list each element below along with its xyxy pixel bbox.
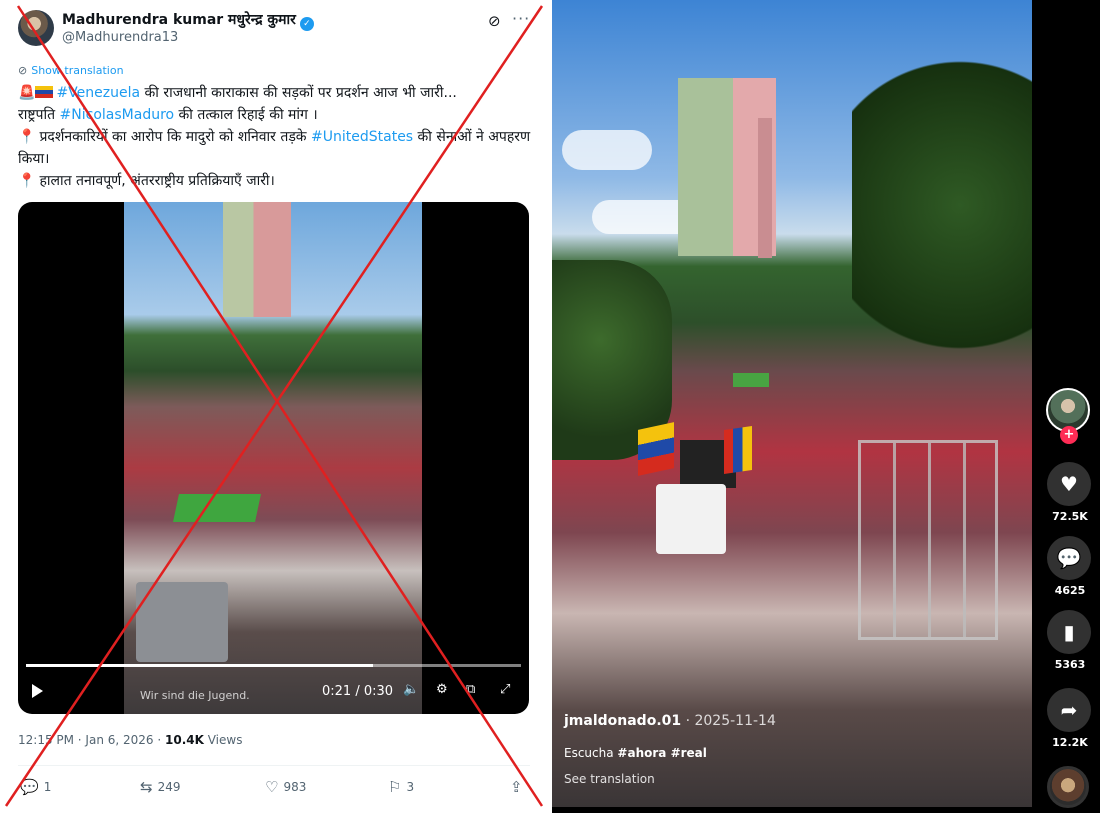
music-disc-icon[interactable] (1047, 766, 1089, 808)
hashtag-unitedstates[interactable]: #UnitedStates (311, 129, 413, 145)
protest-crowd-image: jmaldonado.01 · 2025-11-14 Escucha #ahor… (552, 0, 1032, 807)
author-name-text: Madhurendra kumar मधुरेन्द्र कुमार (62, 12, 296, 28)
video-progress-fill (26, 664, 373, 667)
like-count: 983 (283, 780, 307, 794)
follow-plus-icon[interactable]: + (1060, 426, 1078, 444)
views-count: 10.4K (165, 733, 204, 747)
show-translation-label: Show translation (31, 64, 124, 77)
hashtag-real[interactable]: #real (666, 746, 707, 760)
tweet-line-3-prefix: प्रदर्शनकारियों का आरोप कि मादुरो को शनि… (39, 129, 312, 145)
truck-image (656, 484, 726, 554)
tweet-line-4-text: हालात तनावपूर्ण, अंतरराष्ट्रीय प्रतिक्रि… (39, 173, 275, 189)
translate-icon: ⊘ (18, 64, 28, 77)
grok-icon[interactable]: ⊘ (488, 12, 501, 30)
heart-icon: ♡ (265, 778, 279, 796)
fullscreen-icon[interactable]: ⤢ (500, 682, 510, 697)
caption-text: Escucha (564, 746, 618, 760)
timestamp-text: 12:15 PM · Jan 6, 2026 · (18, 733, 165, 747)
tree-image (852, 40, 1032, 370)
flag-image (724, 426, 752, 474)
repost-icon: ⇆ (140, 778, 153, 796)
hashtag-nicolasmaduro[interactable]: #NicolasMaduro (60, 107, 175, 123)
repost-count: 249 (157, 780, 181, 794)
verified-badge-icon: ✓ (299, 17, 314, 31)
settings-icon[interactable]: ⚙ (436, 682, 448, 697)
author-handle[interactable]: @Madhurendra13 (62, 30, 178, 45)
pip-icon[interactable]: ⧉ (466, 682, 475, 697)
hashtag-venezuela[interactable]: #Venezuela (56, 85, 140, 101)
bookmark-count: 3 (406, 780, 415, 794)
venezuela-flag-image (638, 422, 674, 476)
share-arrow-icon[interactable]: ➦ (1047, 688, 1091, 732)
building-image (223, 202, 291, 317)
video-caption: Escucha #ahora #real (564, 746, 707, 760)
video-caption: Wir sind die Jugend. (140, 689, 250, 702)
author-name[interactable]: Madhurendra kumar मधुरेन्द्र कुमार ✓ (62, 10, 314, 31)
post-date: · 2025-11-14 (681, 713, 776, 729)
venezuela-flag-icon (35, 86, 54, 98)
play-icon[interactable] (32, 684, 43, 698)
author-avatar[interactable] (18, 10, 54, 46)
video-author[interactable]: jmaldonado.01 · 2025-11-14 (564, 713, 776, 729)
like-count: 72.5K (1052, 510, 1088, 523)
views-label: Views (203, 733, 243, 747)
divider (18, 765, 530, 766)
pin-icon: 📍 (18, 173, 36, 189)
comparison-screenshot: Madhurendra kumar मधुरेन्द्र कुमार ✓ @Mad… (0, 0, 1100, 813)
tweet-panel: Madhurendra kumar मधुरेन्द्र कुमार ✓ @Mad… (0, 0, 548, 813)
bookmark-icon: ⚐ (388, 778, 402, 796)
show-translation-link[interactable]: ⊘ Show translation (18, 64, 124, 77)
bookmark-icon[interactable]: ▮ (1047, 610, 1091, 654)
tweet-timestamp[interactable]: 12:15 PM · Jan 6, 2026 · 10.4K Views (18, 733, 242, 747)
comment-count: 4625 (1054, 584, 1086, 597)
tweet-video-player[interactable]: Wir sind die Jugend. 0:21 / 0:30 🔈 ⚙ ⧉ ⤢ (18, 202, 529, 714)
volume-icon[interactable]: 🔈 (403, 682, 419, 697)
save-count: 5363 (1054, 658, 1086, 671)
like-heart-icon[interactable]: ♥ (1047, 462, 1091, 506)
tweet-line-1-text: की राजधानी काराकास की सड़कों पर प्रदर्शन… (140, 85, 457, 101)
tweet-line-1: 🚨 #Venezuela की राजधानी काराकास की सड़कों… (18, 82, 538, 104)
tweet-line-4: 📍 हालात तनावपूर्ण, अंतरराष्ट्रीय प्रतिक्र… (18, 170, 538, 192)
author-username: jmaldonado.01 (564, 713, 682, 729)
share-count: 12.2K (1052, 736, 1088, 749)
tiktok-video-panel[interactable]: jmaldonado.01 · 2025-11-14 Escucha #ahor… (552, 0, 1100, 813)
repost-button[interactable]: ⇆ 249 (140, 778, 180, 796)
video-progress-bar[interactable] (26, 664, 521, 667)
scaffold-image (858, 440, 998, 640)
tweet-line-2-prefix: राष्ट्रपति (18, 107, 60, 123)
share-icon: ⇪ (510, 778, 523, 796)
reply-button[interactable]: 💬 1 (20, 778, 51, 796)
siren-icon: 🚨 (18, 85, 36, 101)
bookmark-button[interactable]: ⚐ 3 (388, 778, 414, 796)
truck-image (173, 494, 261, 522)
reply-count: 1 (43, 780, 52, 794)
building-image (758, 118, 772, 258)
video-frame (124, 202, 422, 714)
see-translation-link[interactable]: See translation (564, 772, 655, 786)
reply-icon: 💬 (20, 778, 39, 796)
tweet-line-2: राष्ट्रपति #NicolasMaduro की तत्काल रिहा… (18, 104, 538, 126)
truck-canopy-image (733, 373, 769, 387)
hashtag-ahora[interactable]: #ahora (617, 746, 666, 760)
share-button[interactable]: ⇪ (510, 778, 523, 796)
tweet-line-3: 📍 प्रदर्शनकारियों का आरोप कि मादुरो को शन… (18, 126, 538, 170)
like-button[interactable]: ♡ 983 (265, 778, 306, 796)
truck-image (136, 582, 228, 662)
video-time: 0:21 / 0:30 (322, 684, 394, 699)
pin-icon: 📍 (18, 129, 36, 145)
more-options-icon[interactable]: ··· (512, 9, 530, 28)
cloud-image (562, 130, 652, 170)
tweet-body: 🚨 #Venezuela की राजधानी काराकास की सड़कों… (18, 82, 538, 192)
tweet-line-2-suffix: की तत्काल रिहाई की मांग । (174, 107, 318, 123)
comment-icon[interactable]: 💬 (1047, 536, 1091, 580)
